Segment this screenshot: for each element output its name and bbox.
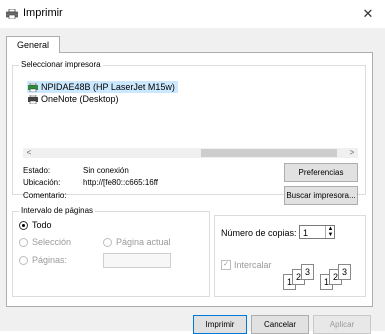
radio-icon xyxy=(103,237,112,247)
range-pages-radio[interactable]: Páginas: xyxy=(19,255,67,265)
range-selection-label: Selección xyxy=(32,237,72,247)
comment-label: Comentario: xyxy=(23,191,67,200)
title-bar: Imprimir ✕ xyxy=(0,0,385,28)
page-range-legend: Intervalo de páginas xyxy=(19,206,96,215)
printer-item-onenote[interactable]: OneNote (Desktop) xyxy=(27,93,122,105)
printer-name: OneNote (Desktop) xyxy=(41,94,119,104)
copies-spinner[interactable]: ▲ ▼ xyxy=(325,226,335,238)
dialog-body: General Seleccionar impresora NPIDAE48B … xyxy=(0,28,385,334)
range-pages-label: Páginas: xyxy=(32,255,68,265)
copies-label: Número de copias: xyxy=(221,228,297,238)
cancel-button[interactable]: Cancelar xyxy=(251,315,309,334)
window-title: Imprimir xyxy=(23,7,63,19)
preferences-button[interactable]: Preferencias xyxy=(284,163,358,182)
location-label: Ubicación: xyxy=(23,178,61,187)
collate-checkbox[interactable]: ✓ Intercalar xyxy=(221,260,272,270)
tab-panel-general: Seleccionar impresora NPIDAE48B (HP Lase… xyxy=(6,52,373,307)
page-range-group: Intervalo de páginas Todo Selección Pági… xyxy=(12,206,210,297)
pages-input[interactable] xyxy=(103,253,171,268)
location-value: http://[fe80::c665:16ff xyxy=(83,178,159,187)
printer-list[interactable]: NPIDAE48B (HP LaserJet M15w) OneNote (De… xyxy=(23,79,358,144)
collate-page: 3 xyxy=(301,264,314,280)
range-selection-radio[interactable]: Selección xyxy=(19,237,71,247)
select-printer-group: Seleccionar impresora NPIDAE48B (HP Lase… xyxy=(12,60,366,205)
copies-value: 1 xyxy=(303,228,309,238)
radio-checked-icon xyxy=(19,220,28,230)
range-current-page-radio[interactable]: Página actual xyxy=(103,237,171,247)
scroll-right-button[interactable]: > xyxy=(346,148,358,158)
copies-group: Número de copias: 1 ▲ ▼ ✓ Intercalar 1 2 … xyxy=(214,215,366,297)
range-all-radio[interactable]: Todo xyxy=(19,220,52,230)
range-all-label: Todo xyxy=(32,220,52,230)
status-label: Estado: xyxy=(23,166,51,175)
status-value: Sin conexión xyxy=(83,166,129,175)
printer-item-npidae48b[interactable]: NPIDAE48B (HP LaserJet M15w) xyxy=(27,81,178,93)
apply-button[interactable]: Aplicar xyxy=(313,315,371,334)
collate-label: Intercalar xyxy=(234,260,272,270)
range-current-page-label: Página actual xyxy=(116,237,171,247)
printer-name: NPIDAE48B (HP LaserJet M15w) xyxy=(41,82,175,92)
printer-icon xyxy=(6,9,18,19)
print-button[interactable]: Imprimir xyxy=(193,315,247,334)
tab-general[interactable]: General xyxy=(6,36,60,53)
checkmark-icon: ✓ xyxy=(221,260,231,270)
select-printer-legend: Seleccionar impresora xyxy=(19,60,103,69)
printer-icon xyxy=(28,95,38,105)
scroll-left-button[interactable]: < xyxy=(23,148,35,158)
printer-list-scrollbar[interactable]: < > xyxy=(23,148,358,158)
network-printer-icon xyxy=(28,83,38,93)
radio-icon xyxy=(19,255,28,265)
spin-down-icon[interactable]: ▼ xyxy=(326,232,335,238)
radio-icon xyxy=(19,237,28,247)
close-button[interactable]: ✕ xyxy=(357,4,379,24)
collate-page: 3 xyxy=(338,264,351,280)
find-printer-button[interactable]: Buscar impresora... xyxy=(284,186,358,205)
scroll-thumb[interactable] xyxy=(201,149,337,157)
